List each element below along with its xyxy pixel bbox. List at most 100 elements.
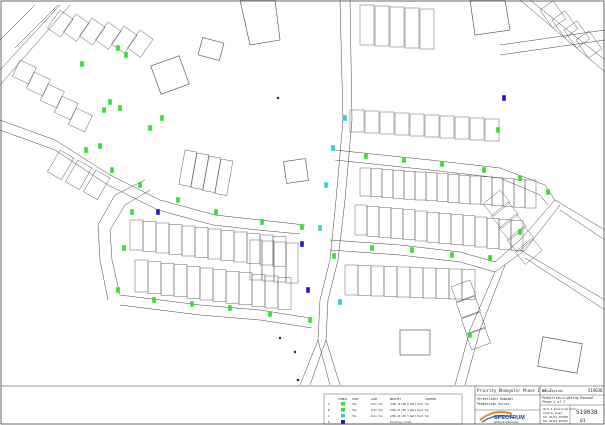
legend-header: BRACKET [390, 397, 401, 401]
legend-header: SYMBOL [338, 397, 348, 401]
lamp-column-marker [122, 245, 126, 251]
property-plot [261, 240, 275, 282]
spectrum-logo: SPECTRUM lighting & infrastructure [479, 411, 525, 424]
property-plot [354, 204, 368, 236]
property-plot [199, 267, 214, 301]
lamp-column-marker [546, 189, 550, 195]
property-plot [486, 217, 500, 249]
lamp-column-marker [110, 167, 114, 173]
property-plot [469, 175, 482, 205]
property-plot [450, 279, 476, 303]
legend-code: D [328, 420, 330, 424]
property-plot [551, 10, 579, 39]
property-plot [436, 173, 449, 202]
legend-cell: 70w [352, 403, 357, 406]
legend-cell: 70w [352, 415, 357, 418]
address-line-3: Tel 01234 567890 [543, 415, 568, 419]
large-buildings [150, 0, 583, 374]
project-label: Streetlight Remodel [477, 397, 514, 401]
property-plot [469, 117, 485, 141]
legend-symbol-icon [341, 408, 345, 412]
lamp-column-marker [98, 143, 102, 149]
legend-symbol-icon [341, 414, 345, 418]
drawing-title: Priority Bhangalor Phase 1 of 2 [477, 388, 552, 393]
lamp-column-marker [318, 225, 322, 231]
property-plot [370, 168, 383, 198]
legend-cell: Post Top [371, 409, 383, 412]
sheet-border [0, 0, 605, 425]
property-plot [54, 95, 79, 121]
property-plot [426, 211, 440, 243]
lamp-column-marker [518, 229, 522, 235]
legend-header: CODE [352, 397, 359, 401]
lamp-column-marker [331, 145, 335, 151]
lamp-column-marker [440, 161, 444, 167]
property-plot [40, 83, 65, 109]
lamp-column-marker [190, 301, 194, 307]
property-plot [83, 169, 111, 200]
property-plot [409, 113, 425, 137]
lamp-column-marker [338, 299, 342, 305]
legend-code: B [328, 408, 330, 412]
lamp-column-marker [84, 147, 88, 153]
lamp-column-marker [410, 247, 414, 253]
property-plot [220, 230, 235, 261]
property-plot [65, 159, 93, 190]
property-plot [246, 233, 261, 264]
address-line-4: Fax 01234 567891 [543, 419, 568, 423]
property-plot [207, 228, 222, 260]
project-sub: Pedestrian Survey [477, 402, 510, 406]
property-plot [357, 265, 372, 296]
property-plot [450, 214, 464, 245]
lamp-column-marker [160, 115, 164, 121]
property-plot [422, 267, 437, 299]
lamp-column-marker [468, 332, 472, 338]
property-plot [378, 207, 392, 238]
lamp-column-marker [300, 224, 304, 230]
existing-lamp-marker [300, 241, 304, 247]
company-address: Unit 4 Riverside Park Station Road Tel 0… [543, 407, 576, 423]
property-plot [383, 266, 398, 297]
property-plot [448, 268, 463, 300]
property-plot [285, 242, 299, 284]
property-plot [379, 111, 395, 135]
property-plot [160, 262, 175, 296]
property-plot [214, 158, 234, 196]
property-plot [168, 224, 183, 255]
legend-cell: Post Top [371, 415, 383, 418]
lamp-column-marker [176, 197, 180, 203]
legend-cell: Existing column [390, 421, 412, 424]
survey-points [276, 96, 300, 382]
property-plot [277, 277, 292, 310]
property-plot [458, 174, 471, 204]
property-plot [194, 227, 209, 258]
property-plot [502, 178, 515, 207]
company-tagline: lighting & infrastructure [494, 421, 519, 424]
lamp-column-marker [130, 209, 134, 215]
property-plot [26, 71, 51, 97]
lamp-column-marker [324, 182, 328, 188]
address-line-2: Station Road [543, 411, 562, 415]
lamp-column-marker [482, 167, 486, 173]
existing-lamp-marker [306, 287, 310, 293]
lamp-column-marker [364, 153, 368, 159]
property-plot [498, 213, 527, 241]
property-plot [374, 5, 390, 47]
lamp-column-marker [118, 105, 122, 111]
property-plot [173, 264, 188, 298]
property-plot [147, 261, 162, 294]
property-plot [524, 179, 537, 209]
lamp-column-marker [518, 175, 522, 181]
property-plot [12, 59, 37, 85]
legend-cell: LUMA 24 LED 3 Watt Post Top [390, 409, 429, 412]
property-plot [513, 178, 526, 208]
lamp-column-marker [108, 99, 112, 105]
property-plot [359, 4, 375, 46]
legend-header: LANTERN [425, 397, 436, 401]
property-plot [414, 210, 428, 242]
address-line-1: Unit 4 Riverside Park [543, 407, 576, 411]
property-plot [435, 268, 450, 299]
property-plot [394, 112, 410, 136]
legend-symbol-icon [341, 420, 345, 424]
lamp-column-marker [152, 297, 156, 303]
